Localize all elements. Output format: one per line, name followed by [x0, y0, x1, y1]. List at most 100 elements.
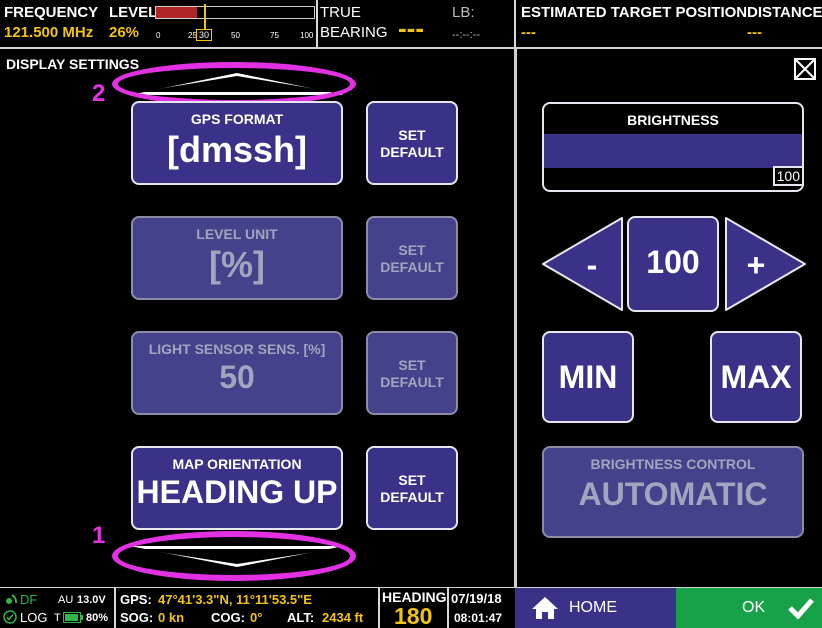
light-sensor-caption: LIGHT SENSOR SENS. [%] [148, 341, 326, 357]
level-unit-caption: LEVEL UNIT [196, 226, 278, 242]
set-default-label-1: SET [398, 242, 426, 258]
set-default-label-2: DEFAULT [380, 489, 444, 505]
set-default-label-2: DEFAULT [380, 374, 444, 390]
level-value: 26% [109, 24, 140, 41]
level-meter-fill [156, 7, 198, 18]
gps-format-set-default-button[interactable]: SET DEFAULT [366, 101, 458, 185]
alt-value: 2434 ft [322, 610, 364, 625]
annotation-ellipse-top [112, 62, 356, 106]
annotation-number-bottom: 1 [92, 522, 106, 549]
map-orientation-set-default-button[interactable]: SET DEFAULT [366, 446, 458, 530]
frequency-value: 121.500 MHz [4, 24, 94, 41]
top-separator [514, 0, 516, 48]
set-default-label-1: SET [398, 472, 426, 488]
map-orientation-value: HEADING UP [136, 474, 338, 510]
est-target-label: ESTIMATED TARGET POSITION [521, 4, 748, 21]
lb-value: --:--:-- [452, 29, 481, 41]
true-bearing-value: --- [398, 13, 424, 43]
decrement-label: - [587, 247, 598, 283]
gps-value: 47°41'3.3"N, 11°11'53.5"E [158, 592, 312, 607]
home-label: HOME [569, 599, 617, 616]
set-default-label-2: DEFAULT [380, 259, 444, 275]
level-label: LEVEL [109, 4, 158, 21]
au-value: 13.0V [77, 594, 106, 606]
sog-label: SOG: [120, 610, 154, 625]
increment-button[interactable]: + [724, 216, 808, 312]
frequency-label: FREQUENCY [4, 4, 99, 21]
home-icon [532, 597, 558, 619]
t-label: T [54, 612, 61, 624]
annotation-ellipse-bottom [112, 531, 356, 581]
map-orientation-button[interactable]: MAP ORIENTATION HEADING UP [131, 446, 343, 530]
lb-label: LB: [452, 4, 475, 21]
annotation-number-top: 2 [92, 80, 106, 107]
au-label: AU [58, 594, 74, 606]
battery-value: 80% [86, 612, 109, 624]
true-bearing-label: TRUE [320, 4, 361, 21]
level-meter [155, 6, 315, 19]
level-unit-button[interactable]: LEVEL UNIT [%] [131, 216, 343, 300]
ok-label: OK [742, 599, 766, 616]
gps-format-button[interactable]: GPS FORMAT [dmssh] [131, 101, 343, 185]
battery-icon [63, 612, 83, 623]
brightness-value: 100 [772, 166, 804, 186]
light-sensor-set-default-button[interactable]: SET DEFAULT [366, 331, 458, 415]
top-separator [316, 0, 318, 48]
bottom-separator [378, 588, 380, 628]
time-value: 08:01:47 [454, 611, 503, 625]
light-sensor-value: 50 [219, 359, 255, 395]
increment-label: + [747, 247, 766, 283]
panel-title: DISPLAY SETTINGS [6, 56, 140, 72]
brightness-bar-fill [544, 134, 802, 168]
gps-format-caption: GPS FORMAT [190, 111, 284, 127]
level-tick: 100 [300, 31, 314, 40]
brightness-control-caption: BRIGHTNESS CONTROL [590, 456, 756, 472]
gps-format-value: [dmssh] [166, 129, 307, 170]
max-button[interactable]: MAX [710, 331, 802, 423]
brightness-title: BRIGHTNESS [627, 112, 719, 128]
log-check-icon [3, 610, 17, 624]
bottom-status-bar: DF AU 13.0V LOG T 80% GPS: 47°41'3.3"N, … [0, 588, 822, 628]
alt-label: ALT: [287, 610, 315, 625]
set-default-label-1: SET [398, 357, 426, 373]
min-label: MIN [558, 359, 618, 395]
top-status-bar: FREQUENCY 121.500 MHz LEVEL 26% 0 25 30 … [0, 0, 822, 48]
date-value: 07/19/18 [451, 591, 502, 606]
brightness-control-value: AUTOMATIC [578, 476, 768, 512]
brightness-value-display: 100 [627, 216, 719, 312]
level-tick: 50 [231, 31, 240, 40]
bottom-separator [447, 588, 449, 628]
cog-value: 0° [250, 610, 263, 625]
set-default-label-1: SET [398, 127, 426, 143]
set-default-label-2: DEFAULT [380, 144, 444, 160]
ok-button[interactable]: OK [676, 588, 822, 628]
df-signal-icon [6, 594, 18, 604]
level-threshold-marker [204, 4, 206, 30]
distance-value: --- [747, 24, 762, 41]
brightness-current-value: 100 [646, 244, 700, 280]
topbar-divider [0, 47, 822, 49]
light-sensor-button[interactable]: LIGHT SENSOR SENS. [%] 50 [131, 331, 343, 415]
brightness-control-button[interactable]: BRIGHTNESS CONTROL AUTOMATIC [542, 446, 804, 538]
heading-value: 180 [394, 603, 433, 628]
home-button[interactable]: HOME [515, 588, 676, 628]
true-bearing-label-2: BEARING [320, 24, 388, 41]
sog-value: 0 kn [158, 610, 185, 625]
min-button[interactable]: MIN [542, 331, 634, 423]
close-x-icon[interactable] [794, 58, 816, 80]
map-orientation-caption: MAP ORIENTATION [172, 456, 302, 472]
est-target-value: --- [521, 24, 536, 41]
level-unit-set-default-button[interactable]: SET DEFAULT [366, 216, 458, 300]
checkmark-icon [788, 598, 814, 619]
gps-label: GPS: [120, 592, 152, 607]
cog-label: COG: [211, 610, 245, 625]
distance-label: DISTANCE [747, 4, 822, 21]
level-tick: 0 [156, 31, 161, 40]
level-tick: 75 [270, 31, 279, 40]
log-label: LOG [20, 610, 48, 625]
level-unit-value: [%] [209, 244, 265, 285]
decrement-button[interactable]: - [540, 216, 624, 312]
max-label: MAX [720, 359, 792, 395]
bottom-separator [114, 588, 116, 628]
panel-divider [514, 48, 517, 588]
